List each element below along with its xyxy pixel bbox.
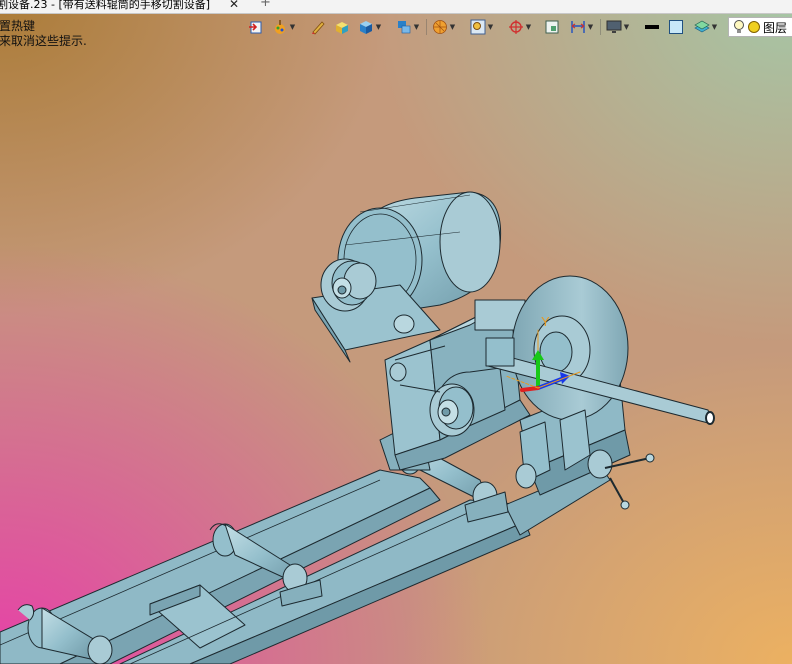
view-box-button[interactable] — [544, 17, 560, 37]
dimension-button[interactable]: ▼ — [570, 17, 594, 37]
snap-icon — [509, 20, 523, 34]
color-square-icon — [669, 20, 683, 34]
chevron-down-icon[interactable]: ▼ — [413, 19, 420, 35]
chevron-down-icon[interactable]: ▼ — [623, 19, 630, 35]
layer-plane-button[interactable]: ▼ — [694, 17, 718, 37]
layer-plane-icon — [694, 20, 710, 33]
cutting-machine-model[interactable]: Y — [0, 0, 792, 664]
part-stack-icon — [398, 21, 411, 34]
saw-blade — [511, 275, 629, 421]
zoom-frame-button[interactable]: ▼ — [470, 17, 494, 37]
import-icon — [249, 21, 262, 34]
3d-viewport[interactable]: Y 割设备.23 - [带有送料辊筒的手移切割设备] ✕ + 置热键 来取消这些… — [0, 0, 792, 664]
monitor-icon — [606, 20, 622, 33]
solid-box-icon — [336, 22, 348, 34]
sketch-pencil-icon — [312, 21, 325, 35]
close-tab-button[interactable]: ✕ — [229, 0, 239, 10]
color-button[interactable] — [668, 17, 684, 37]
layers-label: 图层 — [763, 20, 788, 35]
chevron-down-icon[interactable]: ▼ — [711, 19, 718, 35]
cube-icon — [360, 21, 372, 34]
paint-icon — [275, 20, 285, 34]
sphere-icon — [433, 20, 447, 34]
hint-line: 来取消这些提示. — [0, 34, 87, 48]
hotkey-hint: 置热键 来取消这些提示. — [0, 19, 87, 49]
rail-frame — [0, 464, 611, 664]
line-style-icon — [645, 25, 659, 29]
chevron-down-icon[interactable]: ▼ — [587, 19, 594, 35]
new-tab-button[interactable]: + — [260, 0, 271, 9]
chevron-down-icon[interactable]: ▼ — [289, 19, 296, 35]
part-stack-button[interactable]: ▼ — [396, 17, 420, 37]
chevron-down-icon[interactable]: ▼ — [375, 19, 382, 35]
chevron-down-icon[interactable]: ▼ — [525, 19, 532, 35]
sketch-button[interactable] — [310, 17, 326, 37]
dimension-icon — [571, 21, 585, 33]
document-tab-bar: 割设备.23 - [带有送料辊筒的手移切割设备] ✕ + — [0, 0, 792, 14]
solid-button[interactable] — [334, 17, 350, 37]
toolbar-separator — [600, 19, 601, 35]
toolbar-separator — [426, 19, 427, 35]
chevron-down-icon[interactable]: ▼ — [449, 19, 456, 35]
lightbulb-icon[interactable] — [733, 19, 745, 35]
monitor-button[interactable]: ▼ — [606, 17, 630, 37]
chevron-down-icon[interactable]: ▼ — [487, 19, 494, 35]
line-style-button[interactable] — [644, 17, 660, 37]
hint-line: 置热键 — [0, 19, 36, 33]
view-toolbar: ▼ ▼ ▼ ▼ ▼ ▼ ▼ ▼ ▼ — [246, 16, 792, 38]
document-tab-title[interactable]: 割设备.23 - [带有送料辊筒的手移切割设备] — [0, 0, 210, 10]
view-box-icon — [545, 20, 559, 34]
zoom-frame-icon — [470, 19, 486, 35]
sphere-button[interactable]: ▼ — [432, 17, 456, 37]
cube-button[interactable]: ▼ — [358, 17, 382, 37]
sun-icon[interactable] — [747, 20, 761, 34]
layer-control[interactable]: 图层 — [728, 17, 792, 37]
snap-button[interactable]: ▼ — [508, 17, 532, 37]
axis-y-label: Y — [541, 314, 550, 329]
import-button[interactable] — [248, 17, 264, 37]
paint-button[interactable]: ▼ — [272, 17, 296, 37]
